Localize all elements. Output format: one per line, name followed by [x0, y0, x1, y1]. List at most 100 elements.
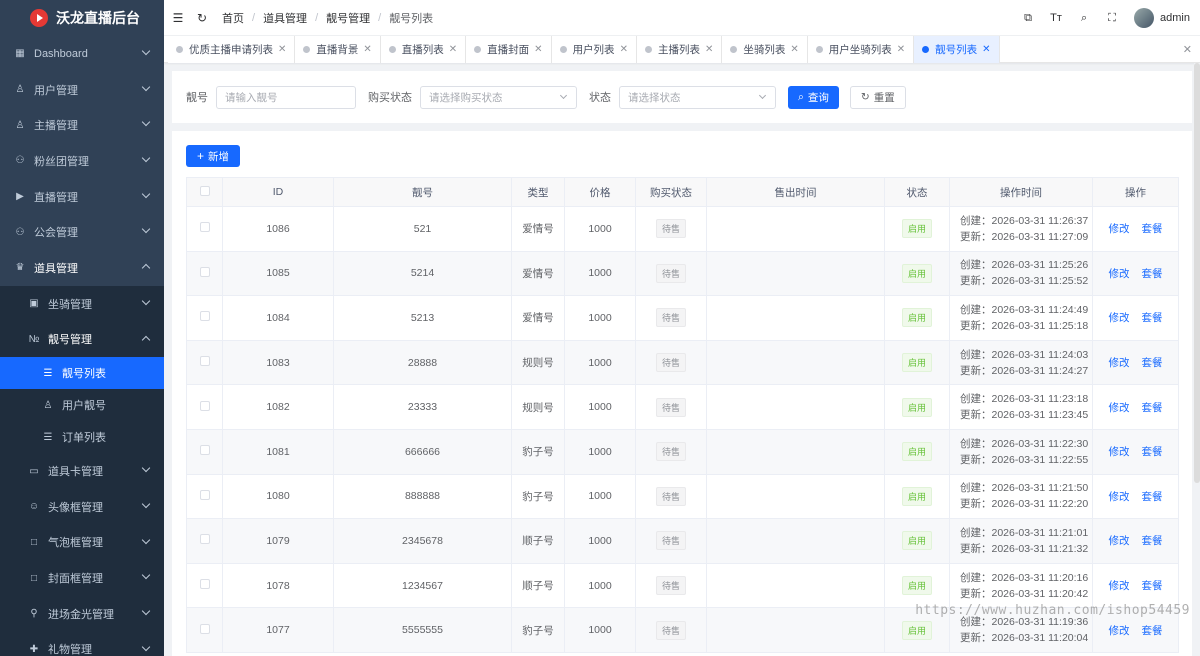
tag-number-list[interactable]: 靓号列表 ✕	[914, 35, 1000, 63]
row-select-cell[interactable]	[186, 339, 223, 386]
edit-link[interactable]: 修改	[1109, 268, 1130, 280]
search-icon[interactable]: ⌕	[1070, 12, 1098, 25]
checkbox[interactable]	[199, 356, 210, 367]
row-select-cell[interactable]	[186, 206, 223, 252]
edit-link[interactable]: 修改	[1109, 625, 1130, 637]
sidebar-item-anchors[interactable]: ♙ 主播管理	[0, 107, 164, 143]
row-select-cell[interactable]	[186, 473, 223, 520]
buy-status-select[interactable]: 请选择购买状态	[420, 85, 577, 109]
breadcrumb-item-home[interactable]: 首页	[222, 10, 244, 26]
tag-live-covers[interactable]: 直播封面 ✕	[466, 35, 552, 63]
package-link[interactable]: 套餐	[1142, 312, 1163, 324]
checkbox[interactable]	[199, 579, 210, 590]
tag-user-mount-list[interactable]: 用户坐骑列表 ✕	[807, 35, 915, 63]
checkbox[interactable]	[199, 534, 210, 545]
tag-user-list[interactable]: 用户列表 ✕	[551, 35, 637, 63]
sidebar-item-numbers[interactable]: № 靓号管理	[0, 321, 164, 358]
sidebar-item-orders[interactable]: ☰ 订单列表	[0, 421, 164, 454]
package-link[interactable]: 套餐	[1142, 625, 1163, 637]
sidebar-item-entry-effects[interactable]: ⚲ 进场金光管理	[0, 595, 164, 632]
row-select-cell[interactable]	[186, 607, 223, 653]
close-icon[interactable]: ✕	[363, 44, 371, 55]
sidebar-item-cover-frames[interactable]: □ 封面框管理	[0, 560, 164, 596]
menu-fold-icon[interactable]: ☰	[166, 11, 190, 25]
add-button[interactable]: + 新增	[186, 145, 241, 167]
font-size-icon[interactable]: Tт	[1042, 12, 1070, 24]
sidebar-item-bubble-frames[interactable]: □ 气泡框管理	[0, 524, 164, 561]
checkbox[interactable]	[199, 185, 210, 196]
row-select-cell[interactable]	[186, 428, 223, 475]
sidebar-item-gifts[interactable]: ✚ 礼物管理	[0, 631, 164, 656]
scrollbar-thumb[interactable]	[1194, 63, 1200, 483]
sidebar-item-users[interactable]: ♙ 用户管理	[0, 72, 164, 108]
sidebar-item-user-numbers[interactable]: ♙ 用户靓号	[0, 389, 164, 422]
edit-link[interactable]: 修改	[1109, 535, 1130, 547]
package-link[interactable]: 套餐	[1142, 580, 1163, 592]
package-link[interactable]: 套餐	[1142, 268, 1163, 280]
edit-link[interactable]: 修改	[1109, 402, 1130, 414]
logo[interactable]: 沃龙直播后台	[0, 0, 164, 36]
close-icon[interactable]: ✕	[449, 44, 457, 55]
number-input[interactable]: 请输入靓号	[216, 85, 356, 109]
fullscreen-icon[interactable]: ⛶	[1098, 12, 1126, 25]
close-icon[interactable]: ✕	[278, 44, 286, 55]
package-link[interactable]: 套餐	[1142, 402, 1163, 414]
checkbox[interactable]	[199, 623, 210, 634]
sidebar-item-fan-groups[interactable]: ⚇ 粉丝团管理	[0, 143, 164, 179]
package-link[interactable]: 套餐	[1142, 223, 1163, 235]
package-link[interactable]: 套餐	[1142, 446, 1163, 458]
sidebar-item-avatar-frames[interactable]: ☺ 头像框管理	[0, 488, 164, 525]
close-icon[interactable]: ✕	[982, 44, 990, 55]
username[interactable]: admin	[1160, 12, 1190, 24]
checkbox[interactable]	[199, 400, 210, 411]
row-select-cell[interactable]	[186, 562, 223, 609]
package-link[interactable]: 套餐	[1142, 357, 1163, 369]
screen-icon[interactable]: ⧉	[1014, 12, 1042, 25]
checkbox[interactable]	[199, 311, 210, 322]
row-select-cell[interactable]	[186, 250, 223, 297]
avatar[interactable]	[1134, 8, 1155, 28]
package-link[interactable]: 套餐	[1142, 491, 1163, 503]
checkbox[interactable]	[199, 222, 210, 233]
edit-link[interactable]: 修改	[1109, 312, 1130, 324]
close-icon[interactable]: ✕	[534, 44, 542, 55]
close-icon[interactable]: ✕	[620, 44, 628, 55]
edit-link[interactable]: 修改	[1109, 491, 1130, 503]
cell-actions: 修改 套餐	[1092, 518, 1179, 564]
tag-quality-anchor-applications[interactable]: 优质主播申请列表 ✕	[168, 35, 296, 63]
sidebar-item-number-list[interactable]: ☰ 靓号列表	[0, 357, 164, 390]
query-button[interactable]: ⌕ 查询	[788, 85, 839, 109]
checkbox[interactable]	[199, 266, 210, 277]
close-icon[interactable]: ✕	[790, 44, 798, 55]
select-all-cell[interactable]	[186, 177, 223, 207]
checkbox[interactable]	[199, 445, 210, 456]
cell-sold-time	[706, 607, 885, 653]
package-link[interactable]: 套餐	[1142, 535, 1163, 547]
edit-link[interactable]: 修改	[1109, 580, 1130, 592]
sidebar-item-props[interactable]: ♛ 道具管理	[0, 250, 164, 286]
close-icon[interactable]: ✕	[897, 44, 905, 55]
sidebar-item-guilds[interactable]: ⚇ 公会管理	[0, 214, 164, 250]
refresh-icon[interactable]: ↻	[190, 11, 214, 25]
sidebar-item-dashboard[interactable]: ▦ Dashboard	[0, 36, 164, 72]
tag-mount-list[interactable]: 坐骑列表 ✕	[722, 35, 808, 63]
sidebar-item-mounts[interactable]: ▣ 坐骑管理	[0, 285, 164, 322]
close-all-tags-icon[interactable]: ✕	[1183, 43, 1192, 56]
reset-button[interactable]: ↻ 重置	[849, 85, 906, 109]
checkbox[interactable]	[199, 489, 210, 500]
dashboard-icon: ▣	[29, 298, 39, 310]
page-scrollbar[interactable]	[1194, 63, 1200, 656]
sidebar-item-prop-cards[interactable]: ▭ 道具卡管理	[0, 453, 164, 489]
close-icon[interactable]: ✕	[705, 44, 713, 55]
row-select-cell[interactable]	[186, 384, 223, 430]
row-select-cell[interactable]	[186, 518, 223, 564]
tag-anchor-list[interactable]: 主播列表 ✕	[636, 35, 723, 63]
edit-link[interactable]: 修改	[1109, 223, 1130, 235]
tag-live-backgrounds[interactable]: 直播背景 ✕	[295, 35, 381, 63]
tag-live-list[interactable]: 直播列表 ✕	[380, 35, 467, 63]
sidebar-item-live[interactable]: ▶ 直播管理	[0, 179, 164, 215]
edit-link[interactable]: 修改	[1109, 446, 1130, 458]
row-select-cell[interactable]	[186, 295, 223, 341]
edit-link[interactable]: 修改	[1109, 357, 1130, 369]
status-select[interactable]: 请选择状态	[619, 85, 776, 109]
